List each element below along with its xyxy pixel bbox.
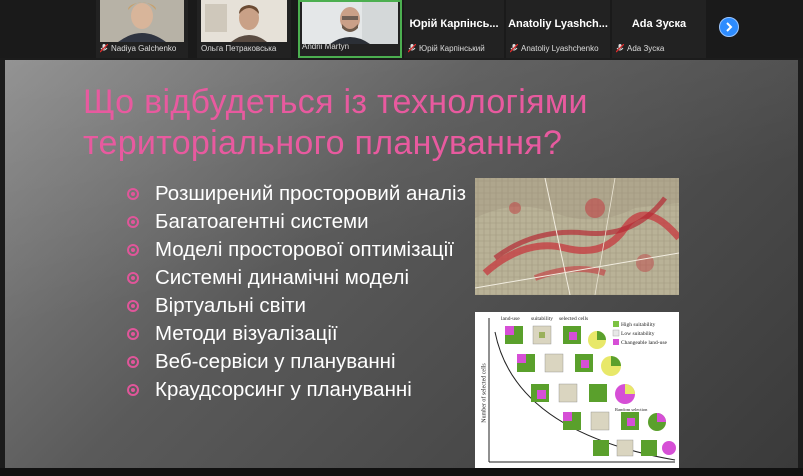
mic-muted-icon [510,43,518,53]
participant-display-name: Ada Зуска [631,18,687,30]
participant-display-name: Anatoliy Lyashch... [508,18,608,30]
participant-tile[interactable]: Anatoliy Lyashch... Anatoliy Lyashchenko [506,0,610,58]
chevron-right-icon [726,22,733,32]
bullet-icon [127,188,139,200]
participant-video [302,2,398,44]
bullet-item: Методи візуалізації [127,322,485,347]
bullet-item: Віртуальні світи [127,294,485,319]
person-silhouette [302,2,398,44]
bullet-list: Розширений просторовий аналіз Багатоаген… [127,182,485,406]
participant-strip: Nadiya Galchenko Ольга Петраковська Andr… [0,0,803,58]
participant-name: Ada Зуска [616,42,664,54]
bullet-icon [127,216,139,228]
person-silhouette [100,0,184,42]
participant-name: Nadiya Galchenko [100,42,176,54]
participant-name: Юрій Карпінський [408,42,485,54]
map-graphic [475,178,679,295]
bullet-item: Краудсорсинг у плануванні [127,378,485,403]
taskbar [0,468,803,476]
bullet-item: Моделі просторової оптимізації [127,238,485,263]
mic-muted-icon [100,43,108,53]
bullet-icon [127,244,139,256]
slide-title-line: Що відбудеться із технологіями [83,83,588,121]
active-speaker-tile[interactable]: Andrii Martyn [298,0,402,58]
bullet-icon [127,300,139,312]
slide-title: Що відбудеться із технологіями територіа… [83,82,703,164]
bullet-item: Багатоагентні системи [127,210,485,235]
participant-tile[interactable]: Nadiya Galchenko [96,0,188,58]
shared-screen-slide: Що відбудеться із технологіями територіа… [5,60,798,468]
bullet-item: Розширений просторовий аналіз [127,182,485,207]
participant-display-name: Юрій Карпінсь... [409,18,499,30]
bullet-icon [127,328,139,340]
figure-graphic [488,318,676,463]
participant-tile[interactable]: Ada Зуска Ada Зуска [612,0,706,58]
participant-video [100,0,184,42]
participant-name: Anatoliy Lyashchenko [510,42,599,54]
participant-name: Andrii Martyn [302,41,350,51]
participant-tile[interactable]: Юрій Карпінсь... Юрій Карпінський [404,0,504,58]
participant-tile[interactable]: Ольга Петраковська [197,0,291,58]
bullet-icon [127,272,139,284]
bullet-item: Системні динамічні моделі [127,266,485,291]
mic-muted-icon [408,43,416,53]
bullet-icon [127,384,139,396]
slide-title-line: територіального планування? [83,124,563,162]
person-silhouette [201,0,287,42]
participant-name: Ольга Петраковська [201,43,277,53]
participant-video [201,0,287,42]
bullet-item: Веб-сервіси у плануванні [127,350,485,375]
mic-muted-icon [616,43,624,53]
suitability-figure: land-use suitability selected cells Numb… [475,312,679,468]
next-page-button[interactable] [719,17,739,37]
urban-map-image [475,178,679,295]
bullet-icon [127,356,139,368]
